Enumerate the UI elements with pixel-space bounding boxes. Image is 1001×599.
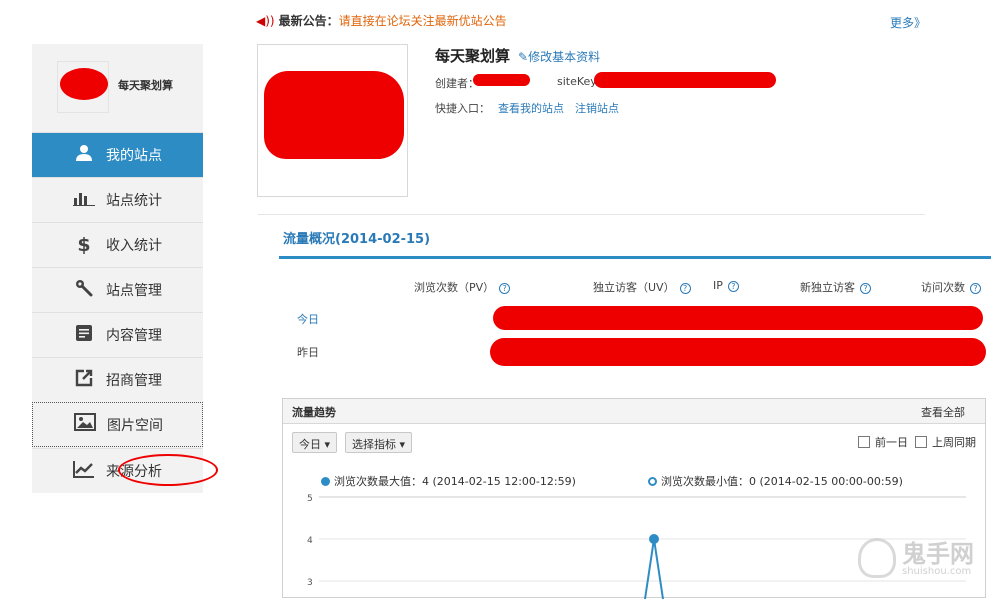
legend-dot-filled [321,476,330,486]
caret-down-icon: ▾ [324,438,331,451]
col-header-label: 新独立访客 [800,281,855,294]
more-link[interactable]: 更多》 [890,14,926,31]
today-values-redaction [493,306,983,330]
traffic-overview-title: 流量概况(2014-02-15) [283,232,431,247]
panel-header: 流量趋势 查看全部 [283,399,985,424]
yesterday-values-redaction [490,338,986,366]
col-header-uv: 独立访客（UV）? [593,279,691,295]
sidebar-item-content-management[interactable]: 内容管理 [32,312,203,357]
sidebar-item-label: 内容管理 [106,328,162,344]
creator-redaction [473,74,530,86]
help-icon[interactable]: ? [679,282,691,294]
y-tick-label: 3 [307,578,313,588]
help-icon[interactable]: ? [727,280,739,292]
sidebar-item-site-management[interactable]: 站点管理 [32,267,203,312]
view-all-link[interactable]: 查看全部 [921,404,965,420]
sitekey-redaction [594,72,776,88]
bar-chart-icon [72,190,96,211]
help-icon[interactable]: ? [970,282,981,294]
pencil-icon: ✎ [518,50,529,64]
row-label-today[interactable]: 今日 [297,311,319,327]
announcement-label: 最新公告： [278,14,339,28]
sidebar-item-label: 站点统计 [106,193,162,209]
thumbnail-redaction [264,71,404,159]
sidebar-item-label: 图片空间 [107,417,163,434]
avatar-redaction [60,68,108,100]
wrench-icon [72,279,96,302]
series-line [644,538,664,599]
col-header-new-visitors: 新独立访客? [800,279,871,295]
annotation-circle [118,454,218,486]
announcement-bar: ◀)) 最新公告：请直接在论坛关注最新优站公告 [256,12,507,29]
panel-title: 流量趋势 [292,406,336,419]
watermark: 鬼手网 shuishou.com [858,532,988,584]
sidebar-item-label: 站点管理 [106,283,162,299]
range-dropdown[interactable]: 今日 ▾ [292,432,338,453]
sidebar-item-income-stats[interactable]: $ 收入统计 [32,222,203,267]
help-icon[interactable]: ? [860,282,871,294]
range-dropdown-label: 今日 [299,438,321,451]
col-header-pv: 浏览次数（PV）? [414,279,511,295]
view-my-site-link[interactable]: 查看我的站点 [498,100,564,116]
watermark-title: 鬼手网 [902,540,974,568]
compare-prev-day-checkbox[interactable]: 前一日 [858,434,908,450]
sidebar-site-name: 每天聚划算 [118,79,173,92]
document-icon [72,324,96,347]
checkbox-label: 前一日 [875,436,908,449]
sidebar-item-label: 我的站点 [106,148,162,164]
col-header-visits: 访问次数? [921,279,981,295]
cancel-site-link[interactable]: 注销站点 [575,100,619,116]
trend-chart-icon [72,460,96,483]
edit-profile-label: 修改基本资料 [528,50,601,64]
caret-down-icon: ▾ [399,438,406,451]
divider [258,214,925,215]
user-icon [72,144,96,167]
row-label-yesterday: 昨日 [297,346,319,359]
sidebar-item-label: 招商管理 [106,373,162,389]
col-header-label: 浏览次数（PV） [414,281,495,294]
announcement-text[interactable]: 请直接在论坛关注最新优站公告 [339,14,507,28]
metric-dropdown[interactable]: 选择指标 ▾ [345,432,413,453]
edit-profile-link[interactable]: ✎修改基本资料 [518,48,600,65]
avatar[interactable] [57,61,109,113]
checkbox-label: 上周同期 [932,436,976,449]
watermark-url: shuishou.com [902,566,972,577]
sidebar-profile: 每天聚划算 [32,44,203,132]
quick-access-label: 快捷入口： [435,102,490,115]
legend-dot-hollow [648,476,657,486]
site-title: 每天聚划算 [435,47,511,65]
sidebar-item-site-stats[interactable]: 站点统计 [32,177,203,222]
sidebar-item-label: 收入统计 [106,238,162,254]
help-icon[interactable]: ? [499,282,511,294]
col-header-label: 独立访客（UV） [593,281,675,294]
external-link-icon [72,369,96,392]
image-icon [73,413,97,436]
col-header-ip: IP? [713,279,739,292]
dollar-icon: $ [77,234,91,256]
y-tick-label: 5 [307,494,313,504]
sidebar-item-image-space[interactable]: 图片空间 [32,402,203,447]
metric-dropdown-label: 选择指标 [352,438,396,451]
site-thumbnail [257,44,408,197]
y-tick-label: 4 [307,536,313,546]
watermark-logo-icon [858,538,896,578]
sidebar-item-my-site[interactable]: 我的站点 [32,132,203,177]
compare-last-week-checkbox[interactable]: 上周同期 [915,434,976,450]
col-header-label: 访问次数 [921,281,965,294]
traffic-divider [279,256,991,259]
checkbox-box[interactable] [858,436,870,448]
speaker-icon: ◀)) [256,14,275,28]
sidebar-item-merchant-management[interactable]: 招商管理 [32,357,203,402]
checkbox-box[interactable] [915,436,927,448]
sidebar: 每天聚划算 我的站点 站点统计 $ 收入统计 站点管理 内容管理 招商管理 图片… [32,44,218,493]
col-header-label: IP [713,279,723,292]
peak-point[interactable] [649,534,659,544]
